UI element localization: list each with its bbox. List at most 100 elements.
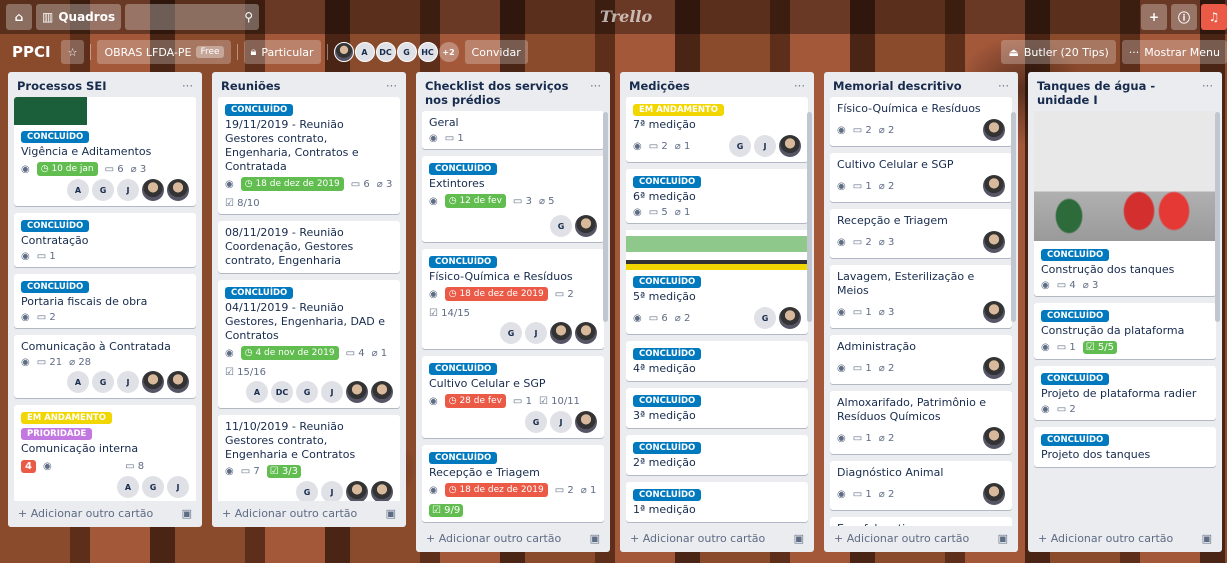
list-title[interactable]: Medições [629,79,690,93]
member-avatar[interactable]: J [117,179,139,201]
list-header[interactable]: Processos SEI ··· [8,72,202,97]
list-menu-icon[interactable]: ··· [998,79,1009,93]
member-avatar[interactable]: J [117,371,139,393]
card[interactable]: CONCLUÍDO 2ª medição [626,435,808,475]
member-avatar[interactable] [346,481,368,501]
card-label[interactable]: CONCLUÍDO [429,256,498,268]
list-header[interactable]: Reuniões ··· [212,72,406,97]
add-card-button[interactable]: + Adicionar outro cartão ▣ [212,501,406,527]
list-title[interactable]: Memorial descritivo [833,79,962,93]
card-label[interactable]: CONCLUÍDO [1041,434,1110,446]
card-label[interactable]: CONCLUÍDO [633,442,702,454]
template-icon[interactable]: ▣ [590,532,600,545]
list-header[interactable]: Medições ··· [620,72,814,97]
member-avatar[interactable]: A [246,381,268,403]
card[interactable]: EM ANDAMENTO PRIORIDADE Comunicação intern… [14,405,196,501]
info-button[interactable]: ⓘ [1171,4,1197,30]
board-title[interactable]: PPCI [8,43,55,61]
search-input[interactable]: ⚲ [125,4,260,30]
card[interactable]: CONCLUÍDO Construção da plataforma ◉ ▭ 1 ☑ 5… [1034,303,1216,359]
member-avatar[interactable]: A [67,371,89,393]
card-label[interactable]: CONCLUÍDO [633,395,702,407]
card[interactable]: CONCLUÍDO 3ª medição [626,388,808,428]
member-avatar[interactable] [983,301,1005,323]
card-label[interactable]: EM ANDAMENTO [633,104,724,116]
card[interactable]: Físico-Química e Resíduos ◉ ▭ 2 ⌀ 2 [830,97,1012,146]
member-avatar[interactable]: G [92,179,114,201]
create-button[interactable]: + [1141,4,1167,30]
card[interactable]: Lavagem, Esterilização e Meios ◉ ▭ 1 ⌀ 3 [830,265,1012,328]
card-label[interactable]: CONCLUÍDO [429,452,498,464]
list-title[interactable]: Processos SEI [17,79,106,93]
notifications-button[interactable]: ♫ [1201,4,1227,30]
star-button[interactable]: ☆ [60,40,85,64]
add-card-button[interactable]: + Adicionar outro cartão ▣ [824,526,1018,552]
add-card-button[interactable]: + Adicionar outro cartão ▣ [8,501,202,527]
member-avatar[interactable]: G [296,381,318,403]
member-avatar[interactable]: J [550,411,572,433]
card-label[interactable]: CONCLUÍDO [633,276,702,288]
member-avatar[interactable] [550,322,572,344]
member-avatar[interactable] [142,179,164,201]
home-button[interactable]: ⌂ [6,4,32,30]
due-date-badge[interactable]: ◷ 10 de jan [36,162,98,176]
template-icon[interactable]: ▣ [386,507,396,520]
card-label[interactable]: CONCLUÍDO [429,363,498,375]
card[interactable]: CONCLUÍDO Projeto dos tanques [1034,427,1216,467]
member-avatar[interactable]: G [500,322,522,344]
member-avatar[interactable]: G [142,476,164,498]
member-avatar[interactable]: DC [271,381,293,403]
member-avatar[interactable] [167,371,189,393]
card[interactable]: CONCLUÍDO Físico-Química e Resíduos ◉ ◷ 18 … [422,249,604,349]
member-avatar[interactable]: G [525,411,547,433]
list-menu-icon[interactable]: ··· [794,79,805,93]
member-avatar[interactable] [371,481,393,501]
member-avatar[interactable] [779,135,801,157]
member-avatar[interactable] [779,307,801,329]
member-avatar[interactable]: A [117,476,139,498]
card-label[interactable]: CONCLUÍDO [1041,310,1110,322]
due-date-badge[interactable]: ◷ 18 de dez de 2019 [444,287,548,301]
list-scrollbar[interactable] [1215,112,1220,322]
member-avatar[interactable]: A [354,42,375,62]
member-avatar[interactable]: DC [375,42,396,62]
list-header[interactable]: Memorial descritivo ··· [824,72,1018,97]
list-title[interactable]: Reuniões [221,79,281,93]
card-label[interactable]: EM ANDAMENTO [21,412,112,424]
due-date-badge[interactable]: ◷ 28 de fev [444,394,506,408]
member-avatar[interactable] [575,215,597,237]
card[interactable]: Geral ◉ ▭ 1 [422,111,604,149]
visibility-button[interactable]: 🔒︎ Particular [243,40,321,64]
list-scrollbar[interactable] [603,112,608,322]
card[interactable]: CONCLUÍDO Recepção e Triagem ◉ ◷ 18 de dez … [422,445,604,522]
butler-button[interactable]: ⏏ Butler (20 Tips) [1001,40,1116,64]
card[interactable]: CONCLUÍDO 19/11/2019 - Reunião Gestores c… [218,97,400,214]
member-avatar[interactable] [983,175,1005,197]
invite-button[interactable]: Convidar [464,40,528,64]
card[interactable]: CONCLUÍDO Extintores ◉ ◷ 12 de fev ▭ 3 ⌀ 5 G [422,156,604,242]
card-label[interactable]: CONCLUÍDO [225,287,294,299]
member-avatar[interactable]: J [321,381,343,403]
list-scrollbar[interactable] [1011,112,1016,322]
card[interactable]: Comunicação à Contratada ◉ ▭ 21 ⌀ 28 A G J [14,335,196,398]
member-avatar[interactable]: G [296,481,318,501]
template-icon[interactable]: ▣ [1202,532,1212,545]
trello-logo[interactable]: Trello [600,7,652,26]
card[interactable]: 11/10/2019 - Reunião Gestores contrato, … [218,415,400,501]
list-scrollbar[interactable] [807,112,812,322]
card[interactable]: Cultivo Celular e SGP ◉ ▭ 1 ⌀ 2 [830,153,1012,202]
member-avatar[interactable]: J [167,476,189,498]
member-avatar[interactable]: J [754,135,776,157]
member-avatar[interactable] [333,42,354,62]
member-avatar[interactable]: G [729,135,751,157]
list-header[interactable]: Checklist dos serviços nos prédios ··· [416,72,610,111]
card-label[interactable]: CONCLUÍDO [1041,373,1110,385]
card[interactable]: Encefalopatias◉▭ 1⌀ 2 [830,517,1012,526]
card[interactable]: Diagnóstico Animal ◉ ▭ 1 ⌀ 2 [830,461,1012,510]
show-menu-button[interactable]: ··· Mostrar Menu [1121,40,1227,64]
card-label[interactable]: CONCLUÍDO [225,104,294,116]
card[interactable]: CONCLUÍDO Portaria fiscais de obra ◉ ▭ 2 [14,274,196,328]
list-title[interactable]: Checklist dos serviços nos prédios [425,79,590,107]
card[interactable]: EM ANDAMENTO 7ª medição ◉ ▭ 2 ⌀ 1 GJ [626,97,808,162]
card-label[interactable]: CONCLUÍDO [633,176,702,188]
